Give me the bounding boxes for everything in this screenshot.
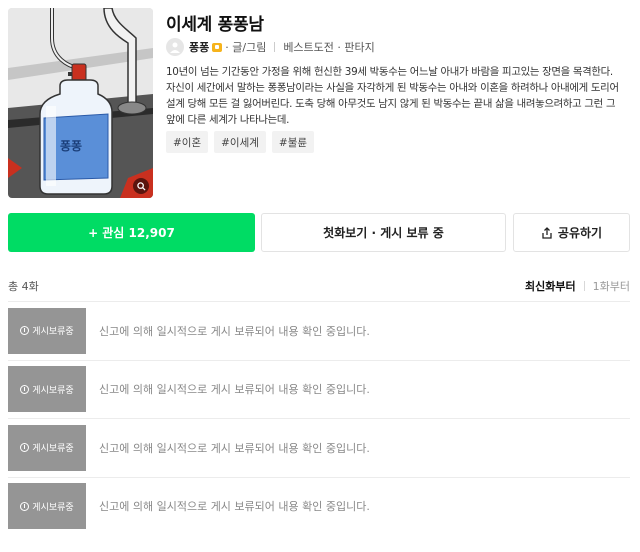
synopsis-line: 앞에 다른 세계가 나타나는데. [166, 114, 290, 126]
webtoon-title: 이세계 퐁퐁남 [166, 15, 264, 35]
synopsis-line: 설계 당해 모든 걸 잃어버린다. 도축 당해 아무것도 남지 않게 된 박동수… [166, 98, 616, 110]
genre-category[interactable]: 베스트도전 · 판타지 [283, 39, 374, 55]
sort-latest-button[interactable]: 최신화부터 [525, 278, 576, 294]
hold-badge: 게시보류중 [32, 502, 74, 513]
episode-row[interactable]: 게시보류중 신고에 의해 일시적으로 게시 보류되어 내용 확인 중입니다. [8, 476, 630, 536]
favorite-button[interactable]: + 관심 12,907 [8, 213, 255, 252]
bottle-label: 퐁퐁 [60, 139, 82, 153]
hold-status-icon [20, 326, 30, 336]
episode-hold-thumbnail: 게시보류중 [8, 424, 86, 471]
meta-divider [274, 42, 276, 52]
thumbnail-illustration: 퐁퐁 [8, 8, 153, 198]
episode-hold-thumbnail: 게시보류중 [8, 366, 86, 413]
synopsis-line: 자신이 세간에서 말하는 퐁퐁남이라는 사실을 자각하게 된 박동수는 아내와 … [166, 82, 619, 94]
episode-hold-thumbnail: 게시보류중 [8, 483, 86, 530]
zoom-button[interactable] [133, 178, 149, 194]
hold-badge: 게시보류중 [32, 444, 74, 455]
sort-options: 최신화부터 1화부터 [525, 278, 630, 294]
synopsis: 10년이 넘는 기간동안 가정을 위해 헌신한 39세 박동수는 어느날 아내가… [166, 64, 621, 128]
action-bar: + 관심 12,907 첫화보기 · 게시 보류 중 공유하기 [8, 213, 630, 252]
episode-row[interactable]: 게시보류중 신고에 의해 일시적으로 게시 보류되어 내용 확인 중입니다. [8, 301, 630, 360]
hold-status-icon [20, 384, 30, 394]
share-icon [542, 226, 552, 239]
hold-badge: 게시보류중 [32, 327, 74, 338]
episode-hold-message: 신고에 의해 일시적으로 게시 보류되어 내용 확인 중입니다. [99, 324, 370, 338]
tag-list: #이혼 #이세계 #불륜 [166, 131, 315, 153]
share-button[interactable]: 공유하기 [513, 213, 630, 252]
favorite-label: 관심 12,907 [102, 226, 175, 240]
sort-first-button[interactable]: 1화부터 [593, 278, 630, 294]
episode-row[interactable]: 게시보류중 신고에 의해 일시적으로 게시 보류되어 내용 확인 중입니다. [8, 359, 630, 419]
episode-hold-thumbnail: 게시보류중 [8, 307, 86, 354]
first-episode-button[interactable]: 첫화보기 · 게시 보류 중 [261, 213, 506, 252]
tag-isekai[interactable]: #이세계 [214, 131, 266, 153]
author-meta: 퐁퐁 · 글/그림 베스트도전 · 판타지 [166, 38, 375, 56]
episode-list: 게시보류중 신고에 의해 일시적으로 게시 보류되어 내용 확인 중입니다. 게… [8, 301, 630, 535]
hold-status-icon [20, 501, 30, 511]
author-name[interactable]: 퐁퐁 [189, 39, 209, 55]
user-avatar-icon[interactable] [166, 38, 184, 56]
magnifier-icon [136, 181, 146, 191]
tag-divorce[interactable]: #이혼 [166, 131, 209, 153]
synopsis-line: 10년이 넘는 기간동안 가정을 위해 헌신한 39세 박동수는 어느날 아내가… [166, 66, 613, 78]
episode-hold-message: 신고에 의해 일시적으로 게시 보류되어 내용 확인 중입니다. [99, 500, 370, 514]
episode-hold-message: 신고에 의해 일시적으로 게시 보류되어 내용 확인 중입니다. [99, 441, 370, 455]
creator-badge-icon [212, 42, 223, 52]
author-role: · 글/그림 [225, 41, 267, 54]
hold-badge: 게시보류중 [32, 385, 74, 396]
sort-divider [583, 281, 585, 291]
share-label: 공유하기 [557, 226, 603, 240]
episode-row[interactable]: 게시보류중 신고에 의해 일시적으로 게시 보류되어 내용 확인 중입니다. [8, 418, 630, 477]
plus-icon: + [88, 225, 99, 240]
webtoon-thumbnail[interactable]: 퐁퐁 [8, 8, 153, 198]
episode-count: 총 4화 [8, 280, 39, 293]
episode-hold-message: 신고에 의해 일시적으로 게시 보류되어 내용 확인 중입니다. [99, 383, 370, 397]
first-episode-label: 첫화보기 · 게시 보류 중 [323, 226, 444, 240]
tag-affair[interactable]: #불륜 [271, 131, 315, 153]
hold-status-icon [20, 443, 30, 453]
